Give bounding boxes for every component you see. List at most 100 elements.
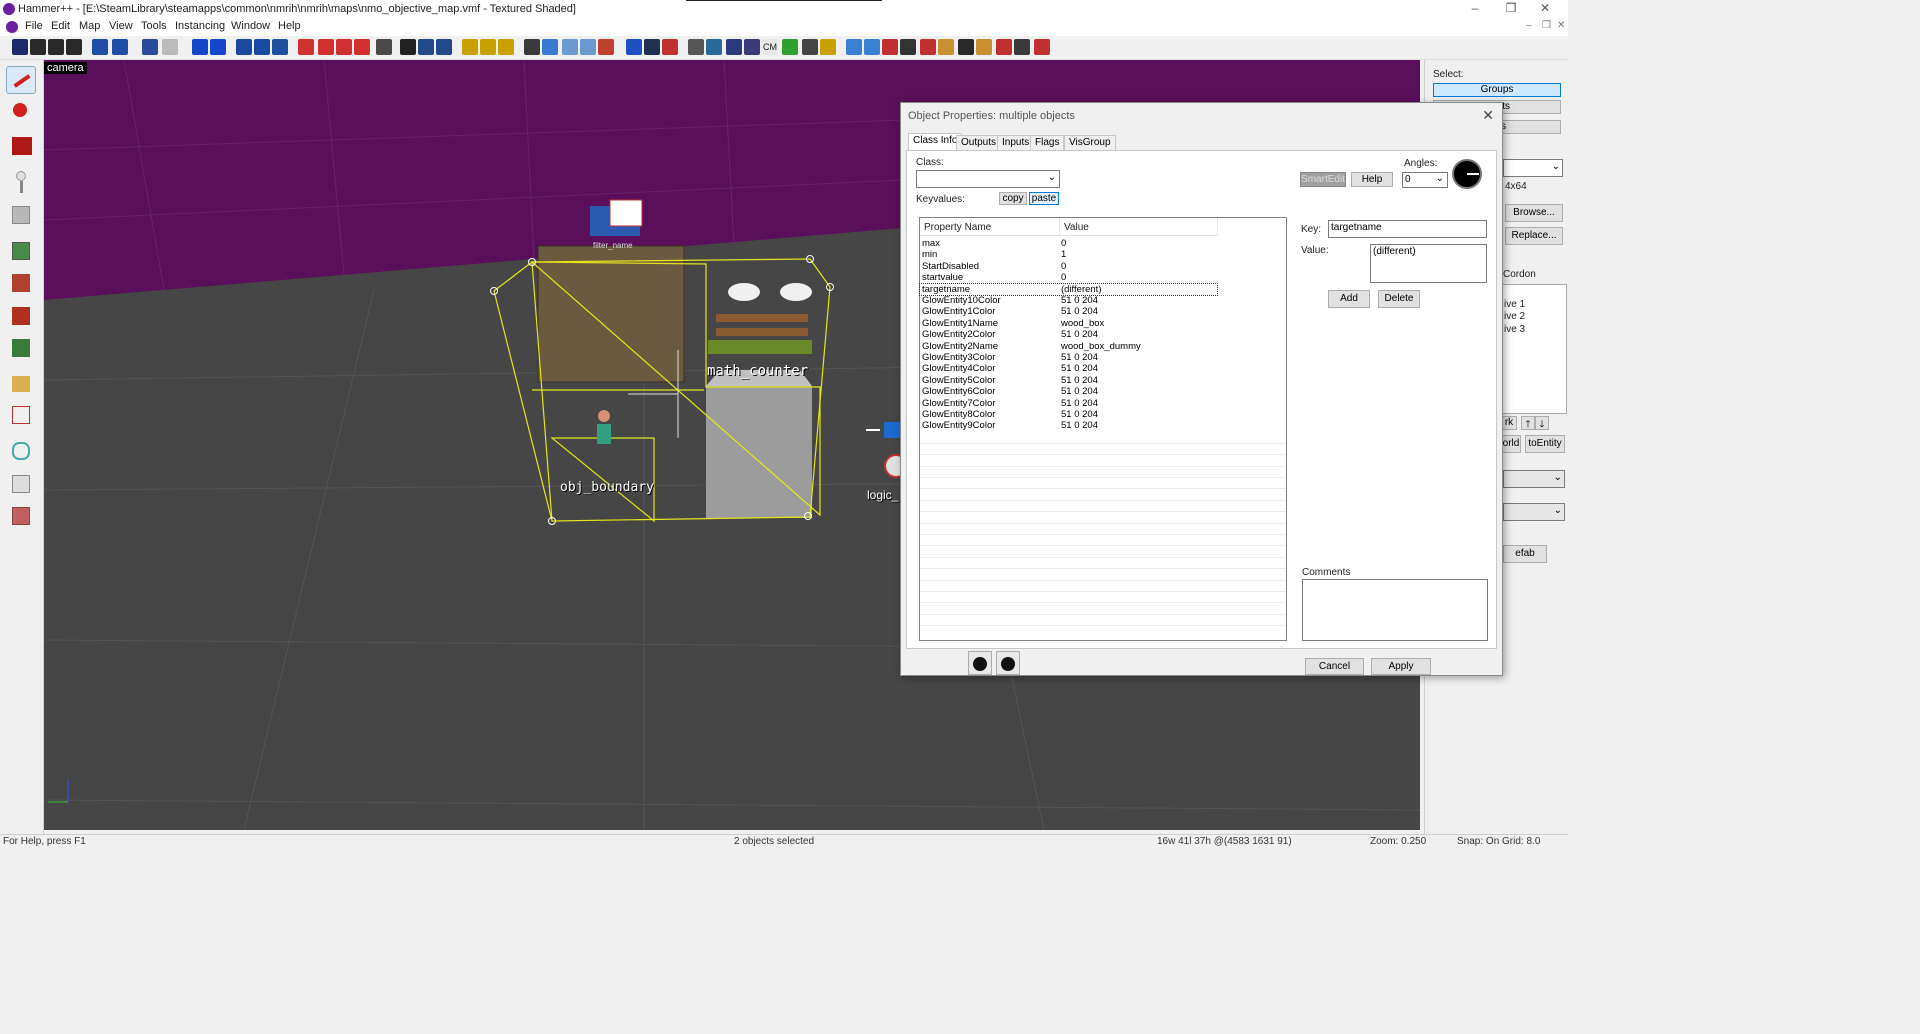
tab-outputs[interactable]: Outputs [956, 135, 1002, 151]
bulb-icon[interactable] [976, 39, 992, 55]
menu-tools[interactable]: Tools [141, 20, 167, 32]
sprite-icon[interactable] [662, 39, 678, 55]
entity-report-icon[interactable] [706, 39, 722, 55]
comments-textarea[interactable] [1302, 579, 1488, 641]
snap-icon[interactable] [688, 39, 704, 55]
copy-button[interactable]: copy [999, 192, 1027, 205]
column-header-name[interactable]: Property Name [920, 218, 1060, 236]
magnify-tool-icon[interactable] [6, 99, 36, 127]
goto-entity-icon[interactable] [996, 651, 1020, 675]
camera-icon[interactable] [900, 39, 916, 55]
sprinkle-tool-icon[interactable] [6, 469, 36, 497]
toggle-cordon-icon[interactable] [462, 39, 478, 55]
class-dropdown[interactable]: ⌄ [916, 170, 1060, 188]
property-row[interactable]: targetname (different) [919, 282, 1218, 297]
clip-icon[interactable] [298, 39, 314, 55]
property-row[interactable]: GlowEntity9Color 51 0 204 [920, 420, 1286, 431]
tab-inputs[interactable]: Inputs [997, 135, 1035, 151]
apply-button[interactable]: Apply [1371, 658, 1431, 675]
close-window-button[interactable]: ✕ [1522, 0, 1568, 19]
texture-app-icon[interactable] [376, 39, 392, 55]
cut-icon[interactable] [400, 39, 416, 55]
map-info-icon[interactable] [744, 39, 760, 55]
text-icon[interactable] [562, 39, 578, 55]
carve-icon[interactable] [192, 39, 208, 55]
property-list[interactable]: Property Name Value max 0 min 1 StartDisable… [919, 217, 1287, 641]
fx-icon[interactable] [882, 39, 898, 55]
ungroup-icon[interactable] [112, 39, 128, 55]
property-row[interactable]: GlowEntity6Color 51 0 204 [920, 386, 1286, 397]
lighting-icon[interactable] [938, 39, 954, 55]
menu-edit[interactable]: Edit [51, 20, 70, 32]
decal-tool-icon[interactable] [6, 301, 36, 329]
texture-lock-icon[interactable] [336, 39, 352, 55]
magnify-icon[interactable] [542, 39, 558, 55]
add-button[interactable]: Add [1328, 290, 1370, 308]
menu-help[interactable]: Help [278, 20, 301, 32]
copy-icon[interactable] [418, 39, 434, 55]
undo-icon[interactable] [142, 39, 158, 55]
object-dropdown[interactable]: ⌄ [1503, 503, 1565, 521]
tab-flags[interactable]: Flags [1030, 135, 1065, 151]
paste-icon[interactable] [436, 39, 452, 55]
property-row[interactable]: GlowEntity1Color 51 0 204 [920, 306, 1286, 317]
key-input[interactable]: targetname [1328, 220, 1487, 238]
grid-large-icon[interactable] [48, 39, 64, 55]
zoom-selection-icon[interactable] [958, 39, 974, 55]
property-row[interactable]: GlowEntity2Name wood_box_dummy [920, 341, 1286, 352]
mdi-close-icon[interactable]: ✕ [1557, 20, 1565, 31]
cubemap-icon[interactable]: CM [762, 39, 778, 55]
helpers-icon[interactable] [598, 39, 614, 55]
edit-cordon-icon[interactable] [480, 39, 496, 55]
menu-view[interactable]: View [109, 20, 133, 32]
path-tool-icon[interactable] [6, 436, 36, 464]
lines-icon[interactable] [644, 39, 660, 55]
mdi-restore-icon[interactable]: ❐ [1542, 20, 1551, 31]
visgroup-item[interactable]: ive 2 [1504, 311, 1525, 322]
instance-icon[interactable] [820, 39, 836, 55]
draw-icon[interactable] [802, 39, 818, 55]
close-icon[interactable]: ✕ [1482, 107, 1494, 124]
move-down-icon[interactable]: 🡓 [1535, 416, 1549, 430]
apply-texture-icon[interactable] [6, 268, 36, 296]
property-row[interactable]: GlowEntity7Color 51 0 204 [920, 398, 1286, 409]
prefab-tool-icon[interactable] [6, 501, 36, 529]
run-map-icon[interactable] [782, 39, 798, 55]
value-input[interactable]: (different) [1370, 244, 1487, 283]
block-tool-icon[interactable] [6, 200, 36, 228]
grid-3d-icon[interactable] [66, 39, 82, 55]
move-up-icon[interactable]: 🡑 [1521, 416, 1535, 430]
property-row[interactable]: GlowEntity5Color 51 0 204 [920, 375, 1286, 386]
menu-window[interactable]: Window [231, 20, 270, 32]
texture-scale-lock-icon[interactable] [354, 39, 370, 55]
overlay-tool-icon[interactable] [6, 333, 36, 361]
tab-visgroup[interactable]: VisGroup [1064, 135, 1116, 151]
category-dropdown[interactable]: ⌄ [1503, 470, 1565, 488]
property-row[interactable]: StartDisabled 0 [920, 261, 1286, 272]
property-row[interactable]: max 0 [920, 238, 1286, 249]
property-row[interactable]: GlowEntity2Color 51 0 204 [920, 329, 1286, 340]
check-problems-icon[interactable] [726, 39, 742, 55]
screenshot-icon[interactable] [920, 39, 936, 55]
browse-button[interactable]: Browse... [1505, 204, 1563, 222]
delete-button[interactable]: Delete [1378, 290, 1420, 308]
menu-map[interactable]: Map [79, 20, 100, 32]
mark-button[interactable]: rk [1501, 416, 1517, 430]
grid-toggle-icon[interactable] [12, 39, 28, 55]
grid-small-icon[interactable] [30, 39, 46, 55]
to-entity-button[interactable]: toEntity [1525, 435, 1565, 453]
property-row[interactable]: GlowEntity8Color 51 0 204 [920, 409, 1286, 420]
align-icon[interactable] [1014, 39, 1030, 55]
pick-entity-icon[interactable] [968, 651, 992, 675]
texture-dropdown[interactable]: ⌄ [1503, 159, 1563, 177]
group-icon[interactable] [92, 39, 108, 55]
paste-button[interactable]: paste [1029, 192, 1059, 205]
property-row[interactable]: startvalue 0 [920, 272, 1286, 283]
hide-unselected-icon[interactable] [254, 39, 270, 55]
hint-icon[interactable] [996, 39, 1012, 55]
hollow-icon[interactable] [210, 39, 226, 55]
angles-dropdown[interactable]: 0 ⌄ [1402, 172, 1448, 188]
replace-button[interactable]: Replace... [1505, 227, 1563, 245]
select-tool-icon[interactable] [524, 39, 540, 55]
hide-selected-icon[interactable] [236, 39, 252, 55]
